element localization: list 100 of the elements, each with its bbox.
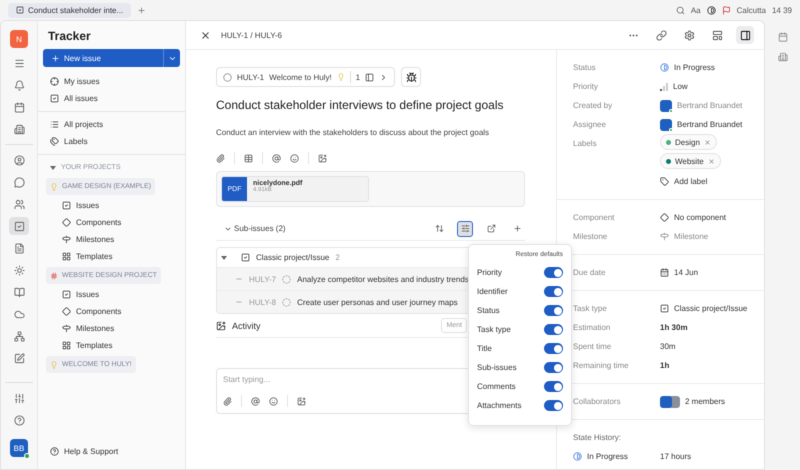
toggle-switch[interactable] [544,267,563,278]
add-label-button[interactable]: Add label [660,172,708,191]
breadcrumb: HULY-1 / HULY-6 [221,30,282,40]
sidebar-item[interactable]: Components [38,214,185,231]
add-tab-icon[interactable] [137,6,146,14]
field-label: Assignee [573,119,607,131]
grid-icon [62,252,71,261]
user-avatar [660,100,672,112]
user-avatar[interactable]: BB [10,439,28,457]
remove-icon [708,158,715,164]
option-label: Sub-issues [477,363,517,372]
user-avatar [660,118,672,130]
collapse-icon [221,254,227,260]
lightbulb-icon [50,182,58,190]
attach-icon[interactable] [223,396,232,406]
new-issue-button[interactable]: New issue [43,49,180,67]
browser-tab[interactable]: Conduct stakeholder inte... [8,2,132,18]
toggle-switch[interactable] [544,381,563,392]
option-label: Status [477,306,500,315]
parent-issue-pill[interactable]: HULY-1 Welcome to Huly! 1 [216,67,396,87]
sidebar-item[interactable]: Milestones [38,231,185,248]
field-value[interactable]: Milestone [660,227,708,246]
attach-icon[interactable] [216,154,225,162]
sidebar-item[interactable]: Templates [38,248,185,265]
image-icon[interactable] [297,396,306,406]
sidebar-item[interactable]: Issues [38,197,185,214]
option-label: Identifier [477,287,508,296]
sidebar-item[interactable]: All issues [38,90,185,107]
field-value[interactable]: Classic project/Issue [660,299,748,318]
field-value[interactable]: 2 members [660,392,726,411]
field-value[interactable]: 1h [660,356,670,375]
mention-icon[interactable] [251,396,260,406]
grid-icon [62,341,71,350]
field-value[interactable]: Low [660,77,688,96]
group-title: Classic project/Issue [256,253,330,262]
field-label: Milestone [573,231,608,243]
theme-icon[interactable] [706,6,716,14]
sidebar-title: Tracker [47,28,92,45]
field-value[interactable]: Bertrand Bruandet [660,115,742,134]
building-icon[interactable] [778,52,788,62]
field-label: Collaborators [573,396,622,408]
sidebar-item[interactable]: Templates [38,337,185,354]
toggle-switch[interactable] [544,343,563,354]
checkbox-icon[interactable] [9,217,29,235]
tag-icon [660,177,669,186]
toggle-switch[interactable] [544,400,563,411]
activity-icon [216,320,226,330]
caret-icon [50,164,56,170]
field-value[interactable]: 14 Jun [660,263,698,282]
close-icon[interactable] [200,30,211,40]
half-circle-icon [573,452,582,461]
toggle-switch[interactable] [544,362,563,373]
field-label: Due date [573,267,606,279]
lightbulb-icon [50,360,58,368]
clock-text: 14 39 [772,6,792,14]
diamond-icon [62,218,71,227]
font-size-button[interactable]: Aa [690,6,701,14]
field-label: Created by [573,100,614,112]
field-label: Labels [573,138,598,150]
emoji-icon[interactable] [290,154,299,162]
diamond-icon [62,307,71,316]
field-label: Spent time [573,341,612,353]
sidebar-item[interactable]: Components [38,303,185,320]
sidebar-item[interactable]: Labels [38,133,185,150]
sidebar-item[interactable]: Issues [38,286,185,303]
table-icon[interactable] [244,154,253,162]
label-chip[interactable]: Design [660,134,717,150]
calendar-icon [660,268,669,277]
mention-icon[interactable] [272,154,281,162]
help-link[interactable]: Help & Support [38,439,185,463]
search-icon[interactable] [676,6,685,14]
field-value[interactable]: 30m [660,337,676,356]
view-options-button[interactable] [457,220,473,236]
field-value[interactable]: No component [660,208,726,227]
field-label: Component [573,212,616,224]
side-panel-icon[interactable] [736,26,754,44]
toggle-switch[interactable] [544,305,563,316]
checkbox-icon [62,290,71,299]
bug-icon[interactable] [401,67,422,87]
flag-icon[interactable] [722,6,731,14]
field-value[interactable]: 1h 30m [660,318,688,337]
toggle-switch[interactable] [544,286,563,297]
field-label: Task type [573,303,608,315]
calendar-icon[interactable] [778,32,788,42]
section-title: State History: [573,432,622,444]
field-value[interactable]: In Progress [660,58,715,77]
comment-field[interactable]: Start typing... [223,375,518,384]
emoji-icon[interactable] [269,396,278,406]
image-icon[interactable] [318,154,327,162]
group-count: 2 [335,253,340,262]
sidebar-item[interactable]: Milestones [38,320,185,337]
checkbox-icon [241,253,250,262]
toggle-switch[interactable] [544,324,563,335]
checkbox-icon [50,94,59,103]
sidebar-item[interactable]: All projects [38,116,185,133]
sub-issues-toggle[interactable]: Sub-issues (2) [216,224,421,233]
sidebar-item[interactable]: My issues [38,73,185,90]
field-value[interactable]: Bertrand Bruandet [660,96,742,115]
label-chip[interactable]: Website [660,153,721,169]
field-label: Status [573,62,597,74]
